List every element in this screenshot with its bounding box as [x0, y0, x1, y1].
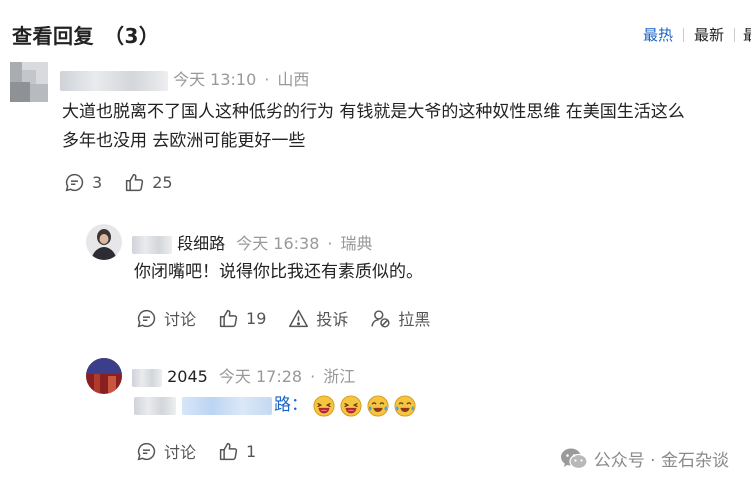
comment-text: 大道也脱离不了国人这种低劣的行为 有钱就是大爷的这种奴性思维 在美国生活这么 多… — [62, 98, 742, 156]
avatar[interactable] — [10, 62, 48, 102]
blurred-username[interactable] — [132, 368, 162, 387]
comment-meta: 今天 13:10 · 山西 — [60, 66, 309, 91]
like-icon — [126, 173, 144, 192]
like-count: 1 — [246, 441, 257, 461]
sort-hot-tab[interactable]: 最热 — [633, 24, 683, 45]
reply-text: 路： — [134, 391, 416, 420]
block-button[interactable]: 拉黑 — [370, 306, 430, 330]
reply-meta: 2045 今天 17:28 · 浙江 — [132, 363, 355, 387]
reply-actions: 讨论 1 — [136, 439, 278, 463]
comment-icon — [137, 442, 156, 460]
avatar[interactable] — [86, 358, 122, 394]
comment-icon — [137, 309, 156, 327]
block-label: 拉黑 — [398, 310, 431, 329]
blurred-username[interactable] — [132, 235, 172, 254]
like-count: 19 — [246, 308, 267, 328]
reply-meta: 段细路 今天 16:38 · 瑞典 — [132, 230, 373, 254]
blurred-mention[interactable] — [182, 396, 272, 415]
laughing-emoji — [313, 394, 335, 417]
discuss-label: 讨论 — [164, 310, 197, 329]
report-label: 投诉 — [316, 310, 349, 329]
comment-icon — [65, 173, 84, 192]
separator-dot: · — [310, 367, 316, 386]
comment-text-line: 大道也脱离不了国人这种低劣的行为 有钱就是大爷的这种奴性思维 在美国生活这么 — [62, 102, 685, 122]
comment-text-line: 多年也没用 去欧洲可能更好一些 — [62, 131, 306, 151]
avatar[interactable] — [86, 224, 122, 260]
reply-text: 你闭嘴吧！说得你比我还有素质似的。 — [134, 262, 423, 282]
separator-dot: · — [327, 234, 333, 253]
username-tail[interactable]: 2045 — [167, 367, 208, 386]
reply-time: 今天 17:28 — [218, 367, 303, 386]
report-icon — [289, 309, 309, 327]
discuss-button[interactable]: 讨论 — [136, 306, 196, 330]
discuss-label: 讨论 — [164, 443, 197, 462]
block-icon — [371, 309, 390, 328]
reply-location: 浙江 — [323, 367, 356, 386]
sort-new-tab[interactable]: 最新 — [684, 24, 734, 45]
reply-count-button[interactable]: 3 — [64, 172, 102, 193]
blurred-username[interactable] — [60, 70, 168, 91]
sort-tabs: 最热 最新 最 — [633, 24, 751, 45]
reply-time: 今天 16:38 — [236, 234, 320, 253]
like-icon — [219, 442, 238, 460]
watermark: 公众号 · 金石杂谈 — [560, 446, 729, 471]
reply-count: 3 — [92, 173, 103, 192]
wechat-icon — [560, 448, 588, 469]
comment-location: 山西 — [277, 70, 310, 89]
tears-of-joy-emoji — [394, 394, 416, 417]
report-button[interactable]: 投诉 — [288, 306, 348, 330]
discuss-button[interactable]: 讨论 — [136, 439, 196, 463]
like-button[interactable]: 19 — [218, 308, 266, 329]
laughing-emoji — [340, 394, 362, 417]
page-title: 查看回复 （3） — [12, 20, 159, 49]
separator-dot: · — [264, 70, 270, 89]
tears-of-joy-emoji — [367, 394, 389, 417]
reply-count-title: （3） — [104, 24, 160, 48]
mention-tail[interactable]: 路： — [274, 391, 308, 420]
like-button[interactable]: 1 — [218, 441, 256, 462]
sort-truncated-tab[interactable]: 最 — [735, 24, 751, 45]
like-count: 25 — [152, 173, 173, 192]
like-button[interactable]: 25 — [124, 172, 173, 193]
reply-location: 瑞典 — [340, 234, 373, 253]
blurred-text — [134, 396, 176, 415]
comment-actions: 3 25 — [64, 172, 195, 193]
comment-time: 今天 13:10 — [173, 70, 257, 89]
reply-actions: 讨论 19 投诉 拉黑 — [136, 306, 452, 330]
reply-header: 查看回复 （3） 最热 最新 最 — [0, 0, 751, 62]
title-text: 查看回复 — [12, 24, 94, 48]
username-tail[interactable]: 段细路 — [177, 234, 225, 253]
like-icon — [219, 309, 238, 327]
watermark-text: 公众号 · 金石杂谈 — [593, 451, 729, 471]
